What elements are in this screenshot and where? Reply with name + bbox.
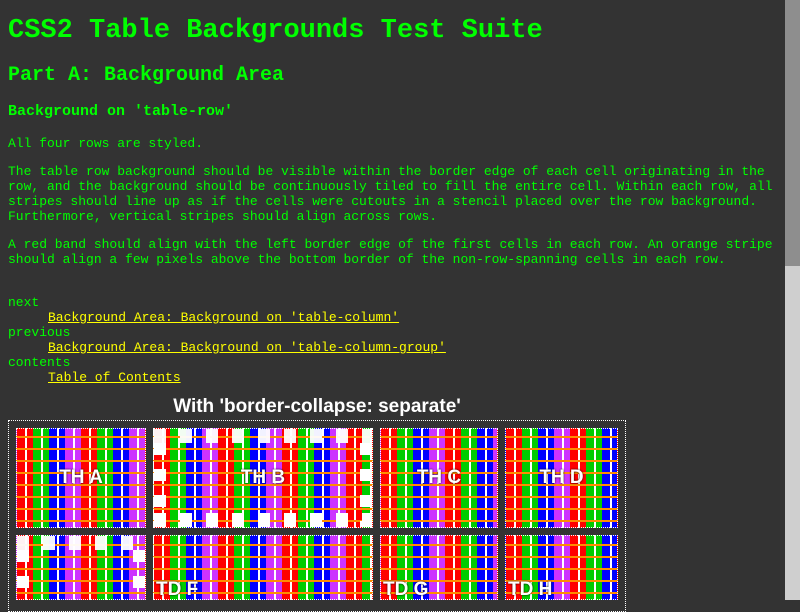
table-cell-td-f: TD F	[153, 535, 373, 600]
cell-label: TH C	[416, 467, 462, 488]
table-cell-th-d: TH D	[505, 428, 618, 528]
table-cell-th-b: TH B	[153, 428, 373, 528]
cell-label: TH A	[59, 467, 103, 488]
next-link[interactable]: Background Area: Background on 'table-co…	[48, 310, 399, 325]
white-square-pattern	[17, 536, 29, 599]
white-square-pattern	[133, 536, 145, 599]
page-title: CSS2 Table Backgrounds Test Suite	[8, 16, 543, 46]
white-square-pattern	[154, 429, 372, 443]
cell-label: TD G	[383, 579, 429, 600]
cell-label: TH B	[240, 467, 286, 488]
scrollbar-thumb[interactable]	[785, 0, 800, 266]
paragraph-row-background: The table row background should be visib…	[8, 164, 773, 224]
previous-link[interactable]: Background Area: Background on 'table-co…	[48, 340, 446, 355]
table-cell-td-g: TD G	[380, 535, 498, 600]
contents-label: contents	[8, 355, 71, 370]
previous-label: previous	[8, 325, 71, 340]
paragraph-rows-styled: All four rows are styled.	[8, 136, 204, 151]
table-caption: With 'border-collapse: separate'	[173, 396, 461, 417]
table-cell-td-h: TD H	[505, 535, 618, 600]
navigation-list: next Background Area: Background on 'tab…	[8, 295, 446, 385]
table-cell-th-a: TH A	[16, 428, 146, 528]
table-cell-th-c: TH C	[380, 428, 498, 528]
cell-label: TD F	[156, 579, 199, 600]
white-square-pattern	[154, 513, 372, 527]
contents-link[interactable]: Table of Contents	[48, 370, 181, 385]
table-cell-row-spanning	[16, 535, 146, 600]
paragraph-red-band: A red band should align with the left bo…	[8, 237, 773, 267]
white-square-pattern	[17, 536, 145, 550]
cell-label: TH D	[539, 467, 584, 488]
next-label: next	[8, 295, 40, 310]
part-heading: Part A: Background Area	[8, 64, 285, 87]
section-heading: Background on 'table-row'	[8, 103, 234, 120]
cell-label: TD H	[508, 579, 553, 600]
